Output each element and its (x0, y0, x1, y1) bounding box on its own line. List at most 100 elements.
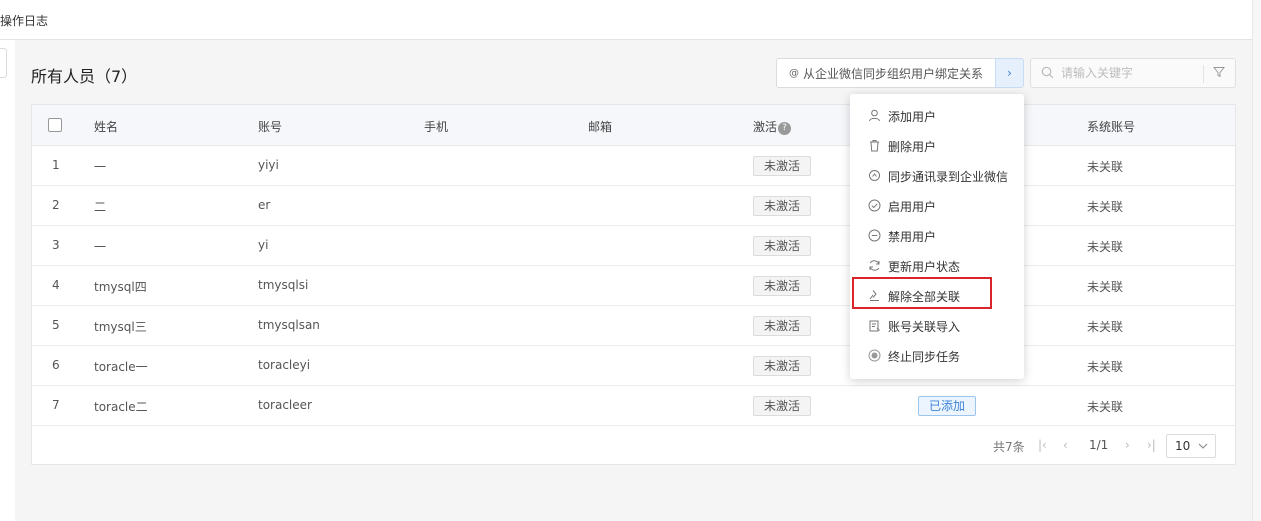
column-name[interactable]: 姓名 (94, 118, 118, 135)
left-panel-edge[interactable] (0, 48, 7, 78)
row-account: tmysqlsan (258, 318, 320, 332)
page-size-value: 10 (1175, 439, 1191, 453)
menu-item-sync-contacts[interactable]: 同步通讯录到企业微信 (850, 161, 1024, 191)
row-index: 5 (52, 318, 60, 332)
column-email[interactable]: 邮箱 (588, 118, 612, 135)
chevron-right-icon: › (1007, 66, 1012, 80)
import-icon (867, 319, 881, 333)
menu-item-enable-user[interactable]: 启用用户 (850, 191, 1024, 221)
more-actions-menu: 添加用户 删除用户 同步通讯录到企业微信 启用用户 禁用用户 更新用户状态 解除… (850, 94, 1024, 379)
sync-from-wecom-button[interactable]: @ 从企业微信同步组织用户绑定关系 (776, 58, 996, 88)
row-name: 一 (94, 240, 107, 254)
row-account: toracleyi (258, 358, 311, 372)
activation-status-badge: 未激活 (753, 196, 811, 216)
page-title: 所有人员（7） (31, 67, 138, 86)
menu-item-update-status[interactable]: 更新用户状态 (850, 251, 1024, 281)
activation-status-badge: 未激活 (753, 356, 811, 376)
menu-item-label: 账号关联导入 (888, 319, 961, 334)
row-system-account: 未关联 (1087, 160, 1124, 174)
row-index: 2 (52, 198, 60, 212)
search-icon (1041, 66, 1055, 80)
menu-item-stop-sync[interactable]: 终止同步任务 (850, 341, 1024, 371)
row-system-account: 未关联 (1087, 360, 1124, 374)
row-index: 3 (52, 238, 60, 252)
row-account: er (258, 198, 271, 212)
menu-item-label: 更新用户状态 (888, 259, 961, 274)
prev-page-icon[interactable]: ‹ (1063, 438, 1068, 452)
refresh-icon (867, 259, 881, 273)
menu-item-disable-user[interactable]: 禁用用户 (850, 221, 1024, 251)
filter-icon[interactable] (1212, 66, 1227, 80)
search-input[interactable] (1061, 66, 1201, 80)
activation-status-badge: 未激活 (753, 156, 811, 176)
stop-icon (867, 349, 881, 363)
row-account: yi (258, 238, 269, 252)
unlink-icon (867, 289, 881, 303)
trash-icon (867, 139, 881, 153)
users-table: 姓名 账号 手机 邮箱 激活? 系统账号 1 一 yiyi 未激活 未关联 2 … (31, 104, 1236, 465)
row-index: 6 (52, 358, 60, 372)
select-all-checkbox[interactable] (48, 118, 62, 132)
last-page-icon[interactable]: ›| (1147, 438, 1156, 452)
row-system-account: 未关联 (1087, 280, 1124, 294)
menu-item-add-user[interactable]: 添加用户 (850, 101, 1024, 131)
chevron-down-icon (1198, 435, 1208, 466)
table-row[interactable]: 1 一 yiyi 未激活 未关联 (32, 146, 1235, 186)
next-page-icon[interactable]: › (1125, 438, 1130, 452)
row-index: 7 (52, 398, 60, 412)
table-row[interactable]: 5 tmysql三 tmysqlsan 未激活 未关联 (32, 306, 1235, 346)
operation-log-tab[interactable]: 操作日志 (0, 12, 48, 29)
page-size-select[interactable]: 10 (1166, 434, 1216, 458)
menu-item-unlink-all[interactable]: 解除全部关联 (850, 281, 1024, 311)
activation-status-badge: 未激活 (753, 396, 811, 416)
column-phone[interactable]: 手机 (424, 118, 448, 135)
menu-item-label: 禁用用户 (888, 229, 937, 244)
total-count: 共7条 (993, 440, 1025, 454)
table-row[interactable]: 2 二 er 未激活 未关联 (32, 186, 1235, 226)
activation-status-badge: 未激活 (753, 236, 811, 256)
pagination: 共7条 |‹ ‹ 1/1 › ›| 10 (32, 426, 1235, 466)
help-icon[interactable]: ? (778, 122, 792, 135)
row-index: 1 (52, 158, 60, 172)
column-system-account[interactable]: 系统账号 (1087, 118, 1135, 135)
row-account: tmysqlsi (258, 278, 309, 292)
column-activation-label: 激活 (753, 120, 778, 134)
menu-item-label: 同步通讯录到企业微信 (888, 169, 1009, 184)
table-header: 姓名 账号 手机 邮箱 激活? 系统账号 (32, 105, 1235, 146)
column-activation[interactable]: 激活? (753, 118, 792, 135)
row-name: tmysql四 (94, 280, 147, 294)
menu-item-import-bindings[interactable]: 账号关联导入 (850, 311, 1024, 341)
table-row[interactable]: 7 toracle二 toracleer 未激活 已添加 未关联 (32, 386, 1235, 426)
table-row[interactable]: 6 toracle一 toracleyi 未激活 未关联 (32, 346, 1235, 386)
table-row[interactable]: 3 一 yi 未激活 未关联 (32, 226, 1235, 266)
right-edge-strip (1252, 0, 1261, 521)
row-system-account: 未关联 (1087, 400, 1124, 414)
menu-item-label: 终止同步任务 (888, 349, 961, 364)
column-account[interactable]: 账号 (258, 118, 282, 135)
menu-item-label: 解除全部关联 (888, 289, 961, 304)
row-system-account: 未关联 (1087, 320, 1124, 334)
user-icon (867, 109, 881, 123)
menu-item-label: 删除用户 (888, 139, 937, 154)
row-system-account: 未关联 (1087, 240, 1124, 254)
top-bar: 操作日志 (0, 0, 1252, 40)
menu-item-delete-user[interactable]: 删除用户 (850, 131, 1024, 161)
row-name: 一 (94, 160, 107, 174)
page-indicator: 1/1 (1089, 438, 1109, 452)
menu-item-label: 启用用户 (888, 199, 937, 214)
sync-button-label: 从企业微信同步组织用户绑定关系 (803, 66, 984, 81)
activation-status-badge: 未激活 (753, 316, 811, 336)
row-account: toracleer (258, 398, 312, 412)
table-row[interactable]: 4 tmysql四 tmysqlsi 未激活 未关联 (32, 266, 1235, 306)
at-icon: @ (789, 67, 799, 79)
row-name: 二 (94, 200, 107, 214)
check-circle-icon (867, 199, 881, 213)
search-box (1030, 58, 1236, 88)
left-gutter (0, 40, 15, 521)
search-separator (1203, 65, 1204, 83)
row-name: tmysql三 (94, 320, 147, 334)
row-name: toracle二 (94, 400, 148, 414)
first-page-icon[interactable]: |‹ (1038, 438, 1047, 452)
added-status-badge: 已添加 (918, 396, 976, 416)
more-actions-button[interactable]: › (995, 58, 1024, 88)
